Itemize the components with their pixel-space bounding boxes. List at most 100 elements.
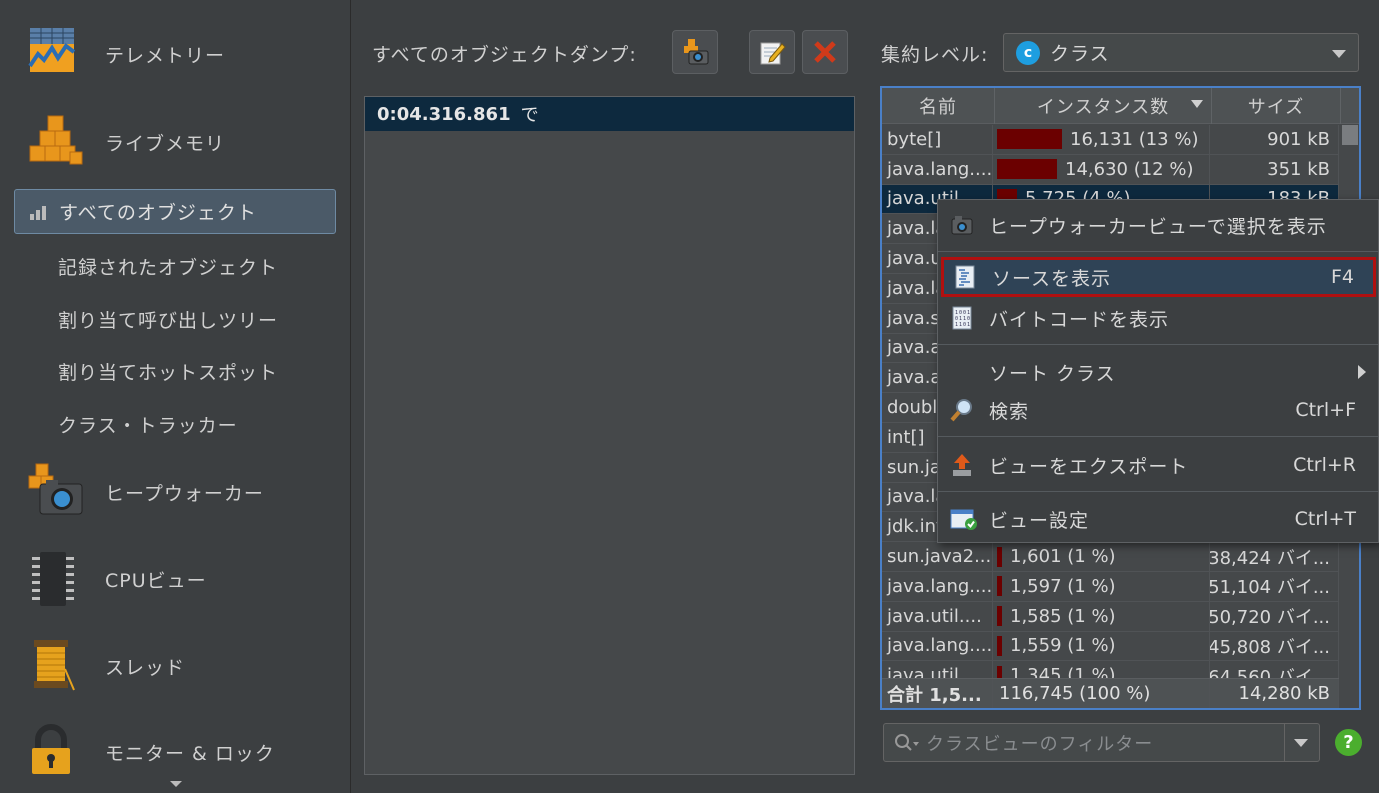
total-instances: 116,745 (100 %) — [993, 679, 1210, 708]
nav-all-objects[interactable]: すべてのオブジェクト — [14, 189, 336, 234]
menu-export-view[interactable]: ビューをエクスポート Ctrl+R — [938, 445, 1378, 485]
nav-alloc-hot-spots[interactable]: 割り当てホットスポット — [58, 358, 278, 385]
menu-separator — [938, 436, 1378, 437]
table-row[interactable]: java.lang.... 1,559 (1 %) 45,808 バイ... — [882, 631, 1339, 662]
cell-instances-text: 14,630 (12 %) — [1065, 158, 1194, 180]
table-row[interactable]: sun.java2... 1,601 (1 %) 38,424 バイ... — [882, 542, 1339, 572]
column-header-size[interactable]: サイズ — [1212, 88, 1341, 124]
aggregation-label: 集約レベル: — [881, 44, 989, 66]
sidebar: テレメトリー ライブメモリ すべてのオブジェクト 記録されたオブジェクト 割り当… — [0, 0, 351, 793]
nav-monitors-locks-label: モニター & ロック — [105, 742, 275, 765]
cell-instances-text: 1,585 (1 %) — [1010, 605, 1116, 627]
nav-heap-walker[interactable]: ヒープウォーカー — [26, 462, 336, 522]
aggregation-select[interactable]: c クラス — [1003, 33, 1359, 72]
total-name: 合計 1,5... — [882, 679, 993, 708]
memory-blocks-icon — [26, 112, 86, 172]
filter-placeholder: クラスビューのフィルター — [926, 733, 1154, 755]
nav-telemetry[interactable]: テレメトリー — [26, 24, 336, 84]
nav-monitors-locks[interactable]: モニター & ロック — [26, 722, 336, 782]
take-snapshot-button[interactable] — [672, 30, 718, 74]
cell-class-name: sun.java2... — [882, 542, 993, 571]
class-filter-field[interactable]: クラスビューのフィルター — [883, 723, 1320, 762]
menu-find[interactable]: 検索 Ctrl+F — [938, 390, 1378, 430]
help-button[interactable]: ? — [1335, 729, 1362, 756]
instance-percent-bar — [997, 129, 1062, 150]
dump-list[interactable]: 0:04.316.861 で — [364, 96, 855, 775]
menu-show-bytecode-label: バイトコードを表示 — [989, 308, 1170, 331]
chevron-right-icon — [1358, 365, 1366, 379]
menu-find-shortcut: Ctrl+F — [1295, 399, 1356, 421]
menu-show-source[interactable]: ソースを表示 F4 — [941, 257, 1376, 297]
nav-recorded-objects[interactable]: 記録されたオブジェクト — [58, 253, 278, 280]
menu-sort-classes[interactable]: ソート クラス — [938, 352, 1378, 392]
nav-alloc-call-tree[interactable]: 割り当て呼び出しツリー — [58, 306, 278, 333]
svg-text:1101: 1101 — [955, 322, 971, 328]
cell-instances: 14,630 (12 %) — [993, 154, 1210, 184]
cell-instances: 1,597 (1 %) — [993, 571, 1210, 601]
cell-class-name: byte[] — [882, 125, 993, 154]
cell-instances: 1,601 (1 %) — [993, 542, 1210, 571]
column-instances-label: インスタンス数 — [1036, 97, 1170, 118]
edit-button[interactable] — [749, 30, 795, 74]
nav-live-memory[interactable]: ライブメモリ — [26, 112, 336, 172]
cell-size: 45,808 バイ... — [1210, 631, 1339, 661]
cell-class-name: java.lang.... — [882, 154, 993, 184]
column-header-instances[interactable]: インスタンス数 — [995, 88, 1212, 124]
nav-heap-walker-label: ヒープウォーカー — [105, 482, 264, 505]
nav-cpu-views-label: CPUビュー — [105, 569, 207, 592]
total-instances-text: 116,745 (100 %) — [999, 683, 1151, 704]
menu-show-in-heap-walker-label: ヒープウォーカービューで選択を表示 — [989, 215, 1327, 238]
cell-size: 901 kB — [1210, 125, 1339, 154]
table-row[interactable]: java.lang.... 14,630 (12 %) 351 kB — [882, 154, 1339, 185]
cell-instances-text: 16,131 (13 %) — [1070, 128, 1199, 150]
cell-instances-text: 1,601 (1 %) — [1010, 546, 1116, 568]
thread-spool-icon — [26, 636, 86, 696]
export-icon — [953, 454, 971, 476]
menu-separator — [938, 344, 1378, 345]
delete-button[interactable] — [802, 30, 848, 74]
table-row[interactable]: java.util.... 1,585 (1 %) 50,720 バイ... — [882, 601, 1339, 632]
dump-time: 0:04.316.861 — [377, 103, 511, 125]
scroll-down-icon[interactable] — [170, 781, 182, 787]
source-file-icon — [955, 265, 975, 289]
cell-size: 351 kB — [1210, 154, 1339, 184]
table-row[interactable]: byte[] 16,131 (13 %) 901 kB — [882, 125, 1339, 155]
instance-percent-bar — [997, 159, 1057, 180]
chevron-down-icon[interactable] — [1332, 50, 1346, 58]
nav-class-tracker[interactable]: クラス・トラッカー — [58, 411, 238, 438]
cell-instances-text: 1,559 (1 %) — [1010, 635, 1116, 657]
menu-show-bytecode[interactable]: 1001 0110 1101 バイトコードを表示 — [938, 298, 1378, 338]
nav-cpu-views[interactable]: CPUビュー — [26, 549, 336, 609]
close-x-icon — [814, 41, 836, 63]
cell-size: 38,424 バイ... — [1210, 542, 1339, 571]
table-total-row: 合計 1,5... 116,745 (100 %) 14,280 kB — [882, 678, 1339, 708]
menu-separator — [938, 491, 1378, 492]
menu-show-source-shortcut: F4 — [1330, 266, 1354, 288]
sort-descending-icon — [1191, 100, 1203, 108]
menu-view-settings-shortcut: Ctrl+T — [1294, 508, 1356, 530]
menu-export-view-shortcut: Ctrl+R — [1293, 454, 1356, 476]
padlock-icon — [26, 722, 86, 782]
filter-divider — [1284, 724, 1285, 761]
column-header-name[interactable]: 名前 — [882, 88, 995, 124]
dump-list-item[interactable]: 0:04.316.861 で — [365, 97, 854, 131]
menu-show-in-heap-walker[interactable]: ヒープウォーカービューで選択を表示 — [938, 205, 1378, 245]
menu-view-settings[interactable]: ビュー設定 Ctrl+T — [938, 499, 1378, 539]
view-settings-icon — [950, 509, 977, 530]
instance-percent-bar — [997, 635, 1002, 656]
telemetry-icon — [26, 24, 86, 84]
menu-separator — [938, 251, 1378, 252]
search-icon[interactable] — [894, 733, 920, 753]
camera-icon — [951, 216, 973, 235]
snapshot-camera-icon — [684, 39, 709, 65]
table-header: 名前 インスタンス数 サイズ — [882, 88, 1359, 124]
cell-instances: 16,131 (13 %) — [993, 125, 1210, 154]
magnifier-icon — [950, 399, 972, 422]
chevron-down-icon[interactable] — [1294, 739, 1308, 747]
aggregation-value: クラス — [1050, 43, 1110, 65]
menu-find-label: 検索 — [989, 400, 1030, 423]
nav-threads[interactable]: スレッド — [26, 636, 336, 696]
bytecode-file-icon: 1001 0110 1101 — [952, 306, 972, 330]
table-row[interactable]: java.lang.... 1,597 (1 %) 51,104 バイ... — [882, 571, 1339, 602]
scrollbar-thumb[interactable] — [1342, 125, 1358, 145]
